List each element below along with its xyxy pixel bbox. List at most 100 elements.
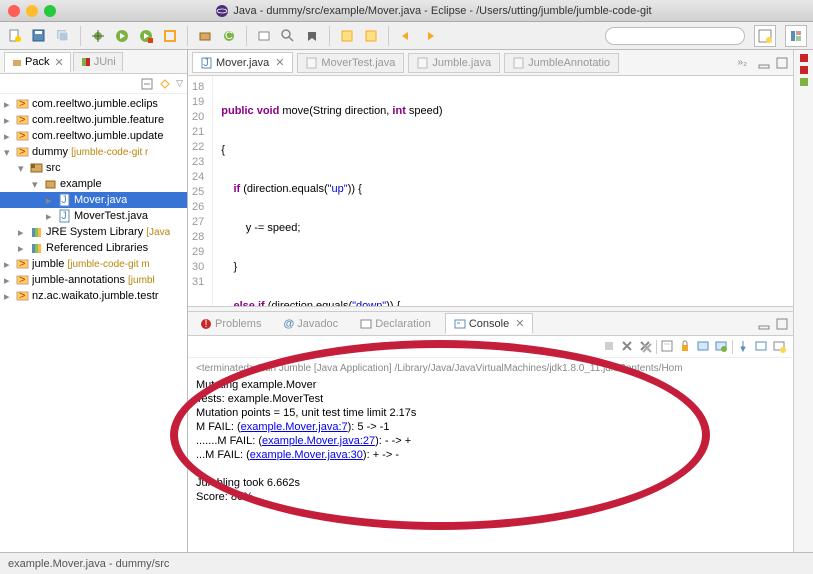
open-perspective-button[interactable]	[754, 25, 776, 47]
back-button[interactable]	[397, 27, 415, 45]
scroll-lock-icon[interactable]	[678, 339, 693, 354]
svg-text:>: >	[19, 114, 25, 126]
open-console-icon[interactable]	[772, 339, 787, 354]
annotation-next-button[interactable]	[362, 27, 380, 45]
code-editor[interactable]: 1819202122232425262728293031 public void…	[188, 76, 793, 306]
ok-marker[interactable]	[800, 78, 808, 86]
package-explorer-tab[interactable]: Pack✕	[4, 52, 71, 72]
save-button[interactable]	[30, 27, 48, 45]
problems-tab[interactable]: !Problems	[192, 315, 269, 333]
tree-item-dummy[interactable]: ▾>dummy [jumble-code-git r	[0, 144, 187, 160]
minimize-window-button[interactable]	[26, 5, 38, 17]
javadoc-icon: @	[283, 318, 294, 330]
tree-item-mover[interactable]: ▸JMover.java	[0, 192, 187, 208]
java-file-icon	[417, 57, 429, 69]
forward-button[interactable]	[421, 27, 439, 45]
pin-console-icon[interactable]	[736, 339, 751, 354]
tree-item-jre[interactable]: ▸JRE System Library [Java	[0, 224, 187, 240]
editor-tab-movertest[interactable]: MoverTest.java	[297, 53, 404, 73]
console-line: Mutation points = 15, unit test time lim…	[196, 406, 785, 420]
run-last-button[interactable]	[137, 27, 155, 45]
tree-item-example[interactable]: ▾example	[0, 176, 187, 192]
problems-icon: !	[200, 318, 212, 330]
close-icon[interactable]: ✕	[54, 56, 63, 69]
collapse-all-icon[interactable]	[140, 77, 154, 91]
source-folder-icon	[30, 161, 44, 175]
close-window-button[interactable]	[8, 5, 20, 17]
minimize-view-icon[interactable]	[757, 317, 771, 331]
zoom-window-button[interactable]	[44, 5, 56, 17]
open-type-button[interactable]	[255, 27, 273, 45]
remove-launch-icon[interactable]	[620, 339, 635, 354]
tree-item-src[interactable]: ▾src	[0, 160, 187, 176]
console-line: Score: 80%	[196, 490, 785, 504]
error-marker[interactable]	[800, 54, 808, 62]
remove-all-icon[interactable]	[638, 339, 653, 354]
close-icon[interactable]: ✕	[275, 56, 284, 69]
view-menu-icon[interactable]: ▽	[176, 78, 183, 89]
minimize-view-icon[interactable]	[757, 56, 771, 70]
editor-tab-mover[interactable]: JMover.java✕	[192, 52, 293, 73]
debug-button[interactable]	[89, 27, 107, 45]
console-line: Tests: example.MoverTest	[196, 392, 785, 406]
console-icon	[454, 318, 466, 330]
stacktrace-link[interactable]: example.Mover.java:30	[250, 449, 363, 461]
console-line: Jumbling took 6.662s	[196, 476, 785, 490]
declaration-tab[interactable]: Declaration	[352, 315, 439, 333]
maximize-view-icon[interactable]	[775, 56, 789, 70]
clear-console-icon[interactable]	[660, 339, 675, 354]
console-line: ..	[196, 462, 785, 476]
close-icon[interactable]: ✕	[515, 317, 524, 330]
java-perspective-button[interactable]	[785, 25, 807, 47]
quick-access-input[interactable]	[605, 27, 745, 45]
java-file-icon: J	[201, 57, 213, 69]
tree-item-jumble[interactable]: ▸>jumble [jumble-code-git m	[0, 256, 187, 272]
coverage-button[interactable]	[161, 27, 179, 45]
tree-item-project[interactable]: ▸>com.reeltwo.jumble.update	[0, 128, 187, 144]
maximize-view-icon[interactable]	[775, 317, 789, 331]
code-content[interactable]: public void move(String direction, int s…	[213, 76, 450, 306]
new-button[interactable]	[6, 27, 24, 45]
console-output[interactable]: <terminated> Run Jumble [Java Applicatio…	[188, 358, 793, 552]
toggle-mark-button[interactable]	[303, 27, 321, 45]
svg-text:>: >	[19, 98, 25, 110]
run-button[interactable]	[113, 27, 131, 45]
new-class-button[interactable]: C	[220, 27, 238, 45]
save-all-button[interactable]	[54, 27, 72, 45]
more-tabs-indicator[interactable]: »₂	[738, 57, 747, 68]
tree-item-waikato[interactable]: ▸>nz.ac.waikato.jumble.testr	[0, 288, 187, 304]
tree-item-project[interactable]: ▸>com.reeltwo.jumble.feature	[0, 112, 187, 128]
stacktrace-link[interactable]: example.Mover.java:7	[241, 421, 348, 433]
editor-tab-jumble[interactable]: Jumble.java	[408, 53, 500, 73]
link-editor-icon[interactable]	[158, 77, 172, 91]
svg-text:>: >	[19, 130, 25, 142]
library-icon	[30, 241, 44, 255]
error-marker[interactable]	[800, 66, 808, 74]
tree-item-movertest[interactable]: ▸JMoverTest.java	[0, 208, 187, 224]
project-icon: >	[16, 145, 30, 159]
annotation-prev-button[interactable]	[338, 27, 356, 45]
stacktrace-link[interactable]: example.Mover.java:27	[262, 435, 375, 447]
tree-item-project[interactable]: ▸>com.reeltwo.jumble.eclips	[0, 96, 187, 112]
javadoc-tab[interactable]: @Javadoc	[275, 315, 346, 333]
word-wrap-icon[interactable]	[696, 339, 711, 354]
svg-text:>: >	[19, 274, 25, 286]
tree-item-reflib[interactable]: ▸Referenced Libraries	[0, 240, 187, 256]
junit-icon	[80, 56, 92, 68]
search-button[interactable]	[279, 27, 297, 45]
display-console-icon[interactable]	[754, 339, 769, 354]
console-tab[interactable]: Console✕	[445, 313, 534, 334]
editor-tab-jumbleann[interactable]: JumbleAnnotatio	[504, 53, 619, 73]
junit-tab[interactable]: JUni	[73, 52, 123, 71]
svg-text:J: J	[61, 210, 67, 222]
status-text: example.Mover.java - dummy/src	[8, 558, 169, 570]
show-console-icon[interactable]	[714, 339, 729, 354]
status-bar: example.Mover.java - dummy/src	[0, 552, 813, 574]
console-line: ...M FAIL: (example.Mover.java:30): + ->…	[196, 448, 785, 462]
package-tree: ▸>com.reeltwo.jumble.eclips ▸>com.reeltw…	[0, 94, 187, 552]
project-icon: >	[16, 257, 30, 271]
project-icon: >	[16, 97, 30, 111]
terminate-icon[interactable]	[602, 339, 617, 354]
tree-item-jumble-ann[interactable]: ▸>jumble-annotations [jumbl	[0, 272, 187, 288]
new-package-button[interactable]	[196, 27, 214, 45]
